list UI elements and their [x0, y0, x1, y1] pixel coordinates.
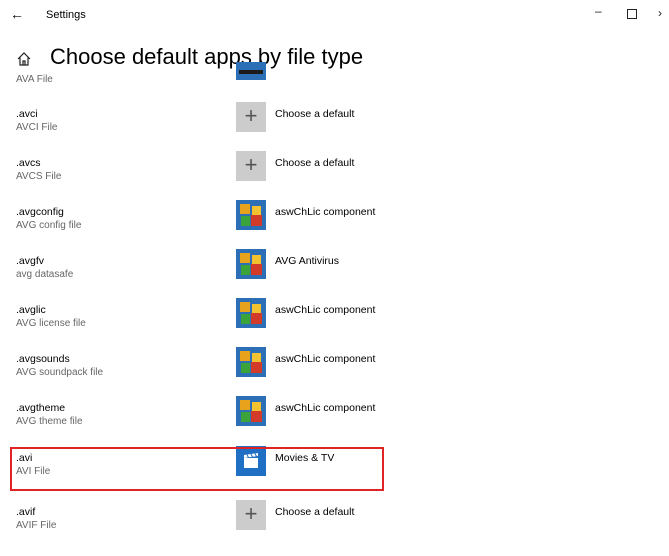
file-type-description: AVIF File: [16, 520, 57, 531]
file-type-description: AVG license file: [16, 318, 86, 329]
file-type-description: AVCS File: [16, 171, 62, 182]
plus-icon[interactable]: +: [236, 500, 266, 530]
default-app-button[interactable]: aswChLic component: [275, 304, 375, 316]
back-arrow-icon[interactable]: ←: [10, 6, 24, 22]
list-item: .avglic AVG license file aswChLic componen…: [0, 298, 669, 354]
default-app-button[interactable]: aswChLic component: [275, 402, 375, 414]
default-app-button[interactable]: aswChLic component: [275, 353, 375, 365]
app-icon[interactable]: [236, 62, 266, 80]
file-extension: .avgfv: [16, 255, 45, 267]
file-type-description: AVCI File: [16, 122, 58, 133]
title-bar: ← Settings – ›: [0, 0, 669, 32]
file-extension: .avci: [16, 108, 38, 120]
list-item: .avif AVIF File + Choose a default: [0, 500, 669, 556]
file-extension: .avif: [16, 506, 36, 518]
plus-icon[interactable]: +: [236, 151, 266, 181]
list-item: .avgtheme AVG theme file aswChLic componen…: [0, 396, 669, 452]
window-title: Settings: [46, 9, 86, 21]
file-type-description: AVG config file: [16, 220, 82, 231]
default-app-button[interactable]: Choose a default: [275, 506, 354, 518]
file-extension: .avcs: [16, 157, 41, 169]
list-item: .avci AVCI File + Choose a default: [0, 102, 669, 158]
list-item: .avgconfig AVG config file aswChLic compon…: [0, 200, 669, 256]
avg-icon[interactable]: [236, 200, 266, 230]
default-app-button[interactable]: AVG Antivirus: [275, 255, 339, 267]
file-extension: .avgtheme: [16, 402, 66, 414]
file-type-description: AVG soundpack file: [16, 367, 104, 378]
file-extension: .avglic: [16, 304, 46, 316]
avg-icon[interactable]: [236, 347, 266, 377]
list-item: .avgfv avg datasafe AVG Antivirus: [0, 249, 669, 305]
default-app-button[interactable]: aswChLic component: [275, 206, 375, 218]
file-type-description: avg datasafe: [16, 269, 74, 280]
file-extension: .avgsounds: [16, 353, 70, 365]
default-app-button[interactable]: Choose a default: [275, 157, 354, 169]
maximize-button[interactable]: [627, 6, 637, 22]
avg-icon[interactable]: [236, 396, 266, 426]
minimize-button[interactable]: –: [595, 4, 602, 18]
plus-icon[interactable]: +: [236, 102, 266, 132]
default-app-button[interactable]: Choose a default: [275, 108, 354, 120]
list-item: .avgsounds AVG soundpack file aswChLic com…: [0, 347, 669, 403]
file-extension: .avgconfig: [16, 206, 64, 218]
selection-highlight: [10, 447, 384, 491]
file-type-description: AVG theme file: [16, 416, 83, 427]
file-type-description: AVA File: [16, 74, 53, 85]
list-item: .avcs AVCS File + Choose a default: [0, 151, 669, 207]
avg-icon[interactable]: [236, 249, 266, 279]
avg-icon[interactable]: [236, 298, 266, 328]
close-button[interactable]: ›: [658, 6, 662, 20]
list-item-partial: AVA File: [0, 62, 669, 90]
